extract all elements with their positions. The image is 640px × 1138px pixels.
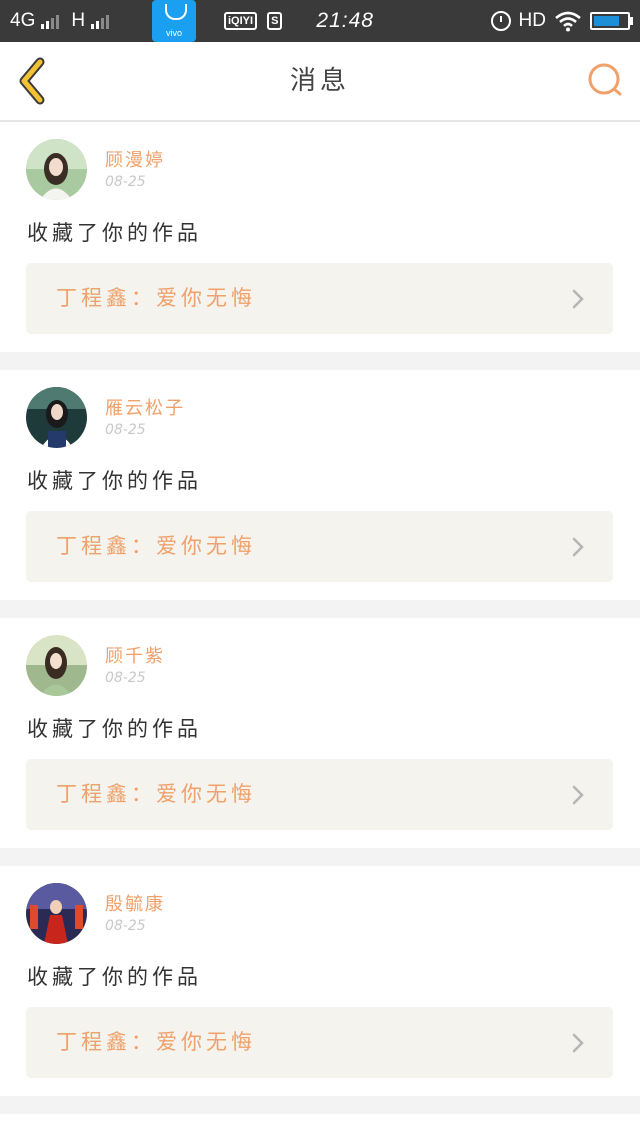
vivo-store-icon: vivo [152,0,196,42]
vivo-label: vivo [165,28,182,38]
username[interactable]: 顾漫婷 [105,146,165,172]
work-title: 丁程鑫：爱你无悔 [56,782,256,806]
work-link[interactable]: 丁程鑫：爱你无悔 [26,511,613,582]
list-divider [0,352,640,370]
status-left: 4G H [10,0,110,42]
list-divider [0,1096,640,1114]
avatar[interactable] [26,883,87,944]
status-right: HD [490,0,633,42]
work-title: 丁程鑫：爱你无悔 [56,1030,256,1054]
work-link[interactable]: 丁程鑫：爱你无悔 [26,759,613,830]
network-4g-label: 4G [10,10,36,31]
action-text: 收藏了你的作品 [27,717,202,741]
message-item: 顾千紫 08-25 收藏了你的作品 丁程鑫：爱你无悔 [0,618,640,848]
wifi-icon [555,11,581,32]
message-item: 殷毓康 08-25 收藏了你的作品 丁程鑫：爱你无悔 [0,866,640,1096]
iqiyi-icon: iQIYI [224,12,258,30]
chevron-right-icon [572,785,584,805]
search-button[interactable] [584,58,628,102]
list-divider [0,600,640,618]
status-time: 21:48 [316,9,374,32]
work-link[interactable]: 丁程鑫：爱你无悔 [26,1007,613,1078]
action-text: 收藏了你的作品 [27,965,202,989]
username[interactable]: 殷毓康 [105,890,165,916]
search-icon [588,63,622,96]
message-item: 顾漫婷 08-25 收藏了你的作品 丁程鑫：爱你无悔 [0,122,640,352]
username[interactable]: 顾千紫 [105,642,165,668]
nav-bar: 消息 [0,42,640,122]
message-date: 08-25 [105,174,146,190]
chevron-right-icon [572,289,584,309]
avatar[interactable] [26,139,87,200]
message-list: 顾漫婷 08-25 收藏了你的作品 丁程鑫：爱你无悔 雁云松子 08-25 收藏… [0,122,640,1114]
s-icon: S [267,12,283,30]
action-text: 收藏了你的作品 [27,221,202,245]
signal-icon-2 [91,13,110,29]
work-title: 丁程鑫：爱你无悔 [56,286,256,310]
avatar[interactable] [26,635,87,696]
chevron-right-icon [572,1033,584,1053]
network-h-label: H [71,10,86,31]
alarm-icon [490,11,511,31]
message-date: 08-25 [105,918,146,934]
battery-icon [590,12,633,30]
chevron-right-icon [572,537,584,557]
work-link[interactable]: 丁程鑫：爱你无悔 [26,263,613,334]
work-title: 丁程鑫：爱你无悔 [56,534,256,558]
signal-icon [41,13,60,29]
list-divider [0,848,640,866]
status-bar: 4G H vivo iQIYI S 21:48 HD [0,0,640,42]
message-item: 雁云松子 08-25 收藏了你的作品 丁程鑫：爱你无悔 [0,370,640,600]
message-date: 08-25 [105,422,146,438]
hd-label: HD [518,10,546,31]
page-title: 消息 [289,66,350,96]
action-text: 收藏了你的作品 [27,469,202,493]
avatar[interactable] [26,387,87,448]
message-date: 08-25 [105,670,146,686]
status-mid: iQIYI S 21:48 [224,0,374,42]
username[interactable]: 雁云松子 [105,394,185,420]
